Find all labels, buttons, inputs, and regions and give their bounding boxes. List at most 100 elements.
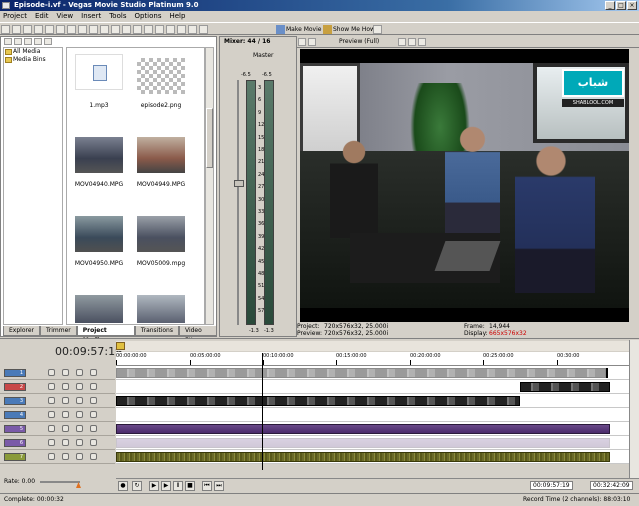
loop-region-icon[interactable] [116,342,125,350]
media-thumb-image[interactable] [137,58,185,94]
tree-item-media-bins[interactable]: Media Bins [4,56,62,64]
selection-tool-icon[interactable] [177,25,186,34]
solo-icon[interactable] [62,411,69,418]
envelope-tool-icon[interactable] [166,25,175,34]
copy-icon[interactable] [67,25,76,34]
track-header[interactable]: 7 [0,450,115,464]
delete-icon[interactable] [89,25,98,34]
stop-button[interactable]: ■ [185,481,195,491]
remove-media-icon[interactable] [24,38,32,45]
paste-icon[interactable] [78,25,87,34]
play-from-start-button[interactable]: ▶ [149,481,159,491]
track-header[interactable]: 6 [0,436,115,450]
video-event[interactable] [606,368,608,378]
overlays-icon[interactable] [398,38,406,46]
pause-button[interactable]: Ⅱ [173,481,183,491]
automation-icon[interactable] [90,397,97,404]
playhead-cursor[interactable] [262,353,263,470]
make-movie-button[interactable]: Make Movie [275,24,321,35]
capture-icon[interactable] [14,38,22,45]
media-thumb-video[interactable] [137,216,185,252]
track-header[interactable]: 3 [0,394,115,408]
mute-icon[interactable] [48,369,55,376]
automation-icon[interactable] [90,383,97,390]
media-scrollbar[interactable] [205,47,214,325]
tab-trimmer[interactable]: Trimmer [39,326,77,336]
preview-quality-select[interactable]: Preview (Full) [339,38,379,45]
solo-icon[interactable] [62,397,69,404]
preview-properties-icon[interactable] [298,38,306,46]
save-snapshot-icon[interactable] [418,38,426,46]
audio-event[interactable] [116,424,610,434]
redo-icon[interactable] [111,25,120,34]
automation-icon[interactable] [90,411,97,418]
solo-icon[interactable] [62,453,69,460]
new-project-icon[interactable] [1,25,10,34]
cursor-position-field[interactable]: 00:09:57:19 [530,481,573,490]
tab-video-fx[interactable]: Video FX [178,326,217,344]
fx-icon[interactable] [76,369,83,376]
fx-icon[interactable] [76,425,83,432]
undo-icon[interactable] [100,25,109,34]
automation-icon[interactable] [90,425,97,432]
cut-icon[interactable] [56,25,65,34]
import-media-icon[interactable] [4,38,12,45]
minimize-button[interactable]: _ [605,1,615,10]
video-event[interactable] [116,396,520,406]
video-event[interactable] [520,382,610,392]
mute-icon[interactable] [48,397,55,404]
menu-project[interactable]: Project [3,11,27,21]
fx-icon[interactable] [76,397,83,404]
fx-icon[interactable] [76,411,83,418]
loop-playback-button[interactable]: ↻ [132,481,142,491]
maximize-button[interactable]: □ [616,1,626,10]
media-thumb-video[interactable] [75,295,123,323]
menu-tools[interactable]: Tools [109,11,126,21]
open-icon[interactable] [12,25,21,34]
help-icon[interactable] [373,25,382,34]
tab-transitions[interactable]: Transitions [134,326,179,336]
fx-icon[interactable] [76,383,83,390]
track-header[interactable]: 5 [0,422,115,436]
audio-event[interactable] [116,438,610,448]
zoom-tool-icon[interactable] [188,25,197,34]
autoripple-icon[interactable] [133,25,142,34]
render-icon[interactable] [34,25,43,34]
tree-item-all-media[interactable]: All Media [4,48,62,56]
media-thumb-video[interactable] [137,295,185,323]
mute-icon[interactable] [48,425,55,432]
track-header[interactable]: 2 [0,380,115,394]
media-thumb-audio[interactable] [75,54,123,90]
media-thumb-video[interactable] [75,137,123,173]
menu-view[interactable]: View [57,11,74,21]
track-header[interactable]: 4 [0,408,115,422]
end-position-field[interactable]: 00:32:42:09 [590,481,633,490]
snap-icon[interactable] [122,25,131,34]
mute-icon[interactable] [48,453,55,460]
mute-icon[interactable] [48,383,55,390]
track-header[interactable]: 1 [0,366,115,380]
fx-icon[interactable] [76,453,83,460]
properties-icon[interactable] [45,25,54,34]
media-properties-icon[interactable] [34,38,42,45]
solo-icon[interactable] [62,383,69,390]
solo-icon[interactable] [62,369,69,376]
automation-icon[interactable] [90,369,97,376]
fx-icon[interactable] [76,439,83,446]
timeline-ruler[interactable]: 00:00:00:00 00:05:00:00 00:10:00:00 00:15:0… [116,352,629,366]
split-icon[interactable] [199,25,208,34]
marker-bar[interactable] [116,341,629,351]
media-thumb-video[interactable] [75,216,123,252]
media-thumb-video[interactable] [137,137,185,173]
timeline-scrollbar[interactable] [629,340,639,478]
solo-icon[interactable] [62,425,69,432]
audio-event[interactable] [116,452,610,462]
tab-explorer[interactable]: Explorer [3,326,40,336]
track-lane[interactable] [116,408,629,422]
master-fader[interactable] [234,180,244,187]
menu-insert[interactable]: Insert [81,11,101,21]
automation-icon[interactable] [90,439,97,446]
normal-edit-tool-icon[interactable] [155,25,164,34]
copy-snapshot-icon[interactable] [408,38,416,46]
menu-edit[interactable]: Edit [35,11,49,21]
